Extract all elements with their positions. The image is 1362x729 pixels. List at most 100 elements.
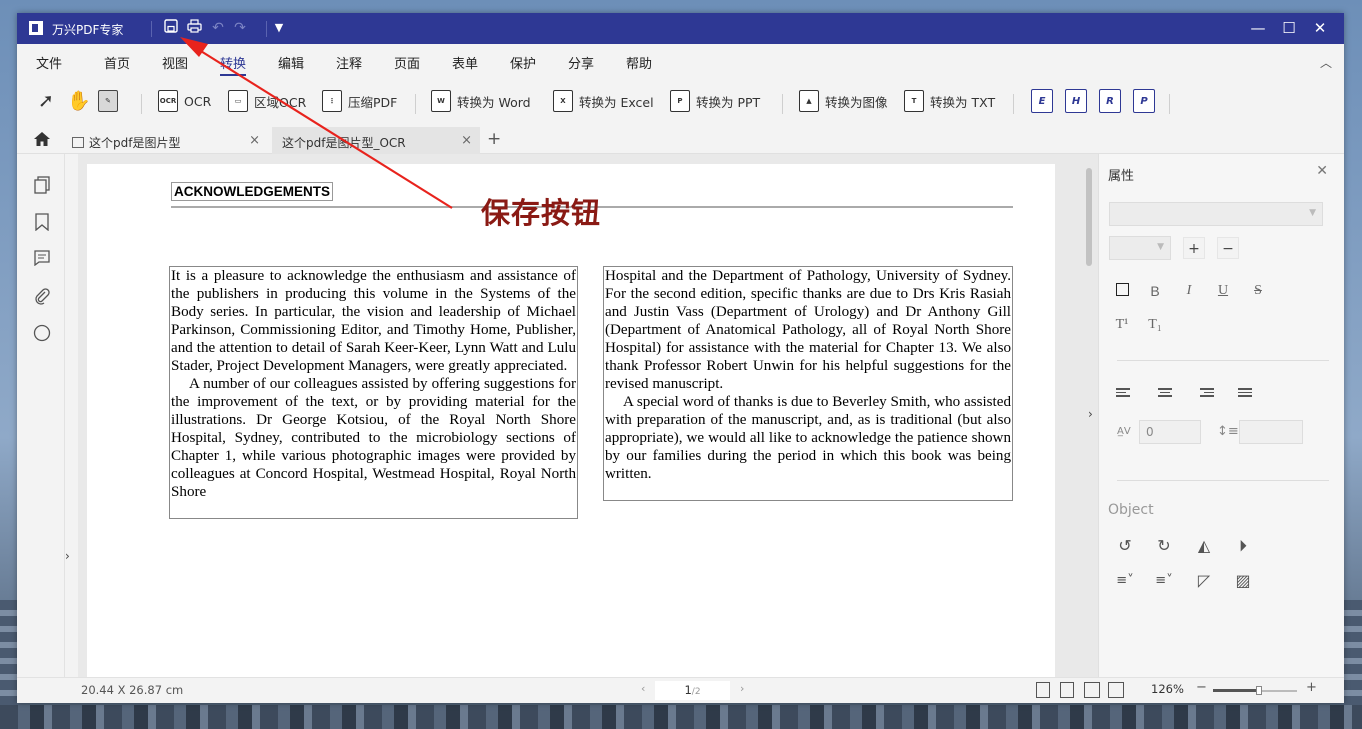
zoom-level[interactable]: 126%: [1151, 682, 1184, 696]
title-separator: [151, 21, 152, 37]
font-size-select[interactable]: ▼: [1109, 236, 1171, 260]
comment-icon[interactable]: [33, 250, 51, 268]
increase-font-button[interactable]: +: [1183, 237, 1205, 259]
next-page-icon[interactable]: ›: [740, 682, 744, 695]
current-page: 1: [684, 683, 692, 697]
menu-edit[interactable]: 编辑: [278, 53, 304, 72]
menu-share[interactable]: 分享: [568, 53, 594, 72]
two-page-view-icon[interactable]: [1084, 682, 1100, 698]
text-color-button[interactable]: [1111, 280, 1133, 302]
expand-left-panel-icon[interactable]: ›: [65, 549, 70, 563]
menu-protect[interactable]: 保护: [510, 53, 536, 72]
maximize-button[interactable]: ☐: [1274, 17, 1304, 39]
expand-right-panel-icon[interactable]: ›: [1088, 407, 1093, 421]
char-spacing-icon: A̲V: [1117, 426, 1131, 437]
superscript-button[interactable]: T¹: [1111, 314, 1133, 336]
area-ocr-button[interactable]: ▭ 区域OCR: [228, 88, 306, 114]
bookmark-icon[interactable]: [33, 213, 51, 232]
zoom-in-button[interactable]: +: [1306, 680, 1317, 695]
align-center-icon[interactable]: [1154, 386, 1176, 404]
convert-to-word-button[interactable]: W 转换为 Word: [431, 88, 531, 114]
replace-image-icon[interactable]: ▨: [1231, 569, 1255, 593]
convert-html-icon[interactable]: H: [1065, 89, 1087, 113]
justify-icon[interactable]: [1234, 386, 1256, 404]
redo-icon[interactable]: ↷: [231, 19, 249, 37]
toolbar-separator: [782, 94, 783, 114]
pages-thumbnail-icon[interactable]: [33, 176, 51, 194]
close-tab-icon[interactable]: ×: [249, 133, 260, 148]
bold-button[interactable]: B: [1144, 280, 1166, 302]
continuous-view-icon[interactable]: [1060, 682, 1074, 698]
new-tab-icon[interactable]: +: [487, 129, 501, 149]
rotate-right-icon[interactable]: ↻: [1152, 534, 1176, 558]
menu-home[interactable]: 首页: [104, 53, 130, 72]
single-page-view-icon[interactable]: [1036, 682, 1050, 698]
ocr-button[interactable]: OCR OCR: [158, 88, 211, 114]
strikethrough-button[interactable]: S: [1247, 280, 1269, 302]
undo-icon[interactable]: ↶: [209, 19, 227, 37]
menu-view[interactable]: 视图: [162, 53, 188, 72]
home-icon[interactable]: [33, 131, 51, 147]
menu-file[interactable]: 文件: [36, 53, 62, 72]
convert-to-image-button[interactable]: ▲ 转换为图像: [799, 88, 888, 114]
distribute-objects-icon[interactable]: ≡˅: [1152, 569, 1176, 593]
tab-label: 这个pdf是图片型_OCR: [282, 136, 406, 150]
grid-view-icon[interactable]: [1108, 682, 1124, 698]
char-spacing-input[interactable]: 0: [1139, 420, 1201, 444]
compress-pdf-button[interactable]: ⋮ 压缩PDF: [322, 88, 397, 114]
edit-tool[interactable]: ✎: [98, 88, 118, 114]
desktop-background-left: [0, 600, 17, 710]
tab-document[interactable]: 这个pdf是图片型 ×: [62, 127, 268, 154]
flip-vertical-icon[interactable]: ⏵: [1231, 534, 1255, 558]
minimize-button[interactable]: —: [1243, 17, 1273, 39]
menu-page[interactable]: 页面: [394, 53, 420, 72]
previous-page-icon[interactable]: ‹: [641, 682, 645, 695]
menu-help[interactable]: 帮助: [626, 53, 652, 72]
title-separator: [266, 21, 267, 37]
close-tab-icon[interactable]: ×: [461, 133, 472, 148]
attachment-icon[interactable]: [33, 287, 51, 305]
subscript-button[interactable]: T₁: [1144, 314, 1166, 336]
vertical-scrollbar[interactable]: [1086, 168, 1092, 266]
text-column-left[interactable]: It is a pleasure to acknowledge the enth…: [169, 266, 578, 519]
menu-convert[interactable]: 转换: [220, 53, 247, 76]
crop-image-icon[interactable]: ◸: [1192, 569, 1216, 593]
convert-to-excel-button[interactable]: X 转换为 Excel: [553, 88, 654, 114]
quick-access-dropdown-icon[interactable]: ▼: [270, 19, 288, 37]
italic-button[interactable]: I: [1178, 280, 1200, 302]
rotate-left-icon[interactable]: ↺: [1113, 534, 1137, 558]
line-spacing-input[interactable]: [1239, 420, 1303, 444]
decrease-font-button[interactable]: −: [1217, 237, 1239, 259]
collapse-ribbon-icon[interactable]: ︿: [1320, 54, 1332, 71]
convert-rtf-icon[interactable]: R: [1099, 89, 1121, 113]
zoom-slider-knob[interactable]: [1256, 686, 1263, 695]
page-number-field[interactable]: 1/2: [655, 681, 730, 700]
align-right-icon[interactable]: [1194, 386, 1216, 404]
convert-to-ppt-button[interactable]: P 转换为 PPT: [670, 88, 760, 114]
print-icon[interactable]: [185, 19, 203, 37]
font-family-select[interactable]: ▼: [1109, 202, 1323, 226]
app-title: 万兴PDF专家: [52, 23, 124, 37]
underline-button[interactable]: U: [1212, 280, 1234, 302]
select-tool[interactable]: ➚: [35, 88, 57, 114]
tab-document-ocr[interactable]: 这个pdf是图片型_OCR ×: [272, 127, 480, 154]
text-column-right[interactable]: Hospital and the Department of Pathology…: [603, 266, 1013, 501]
menu-comment[interactable]: 注释: [336, 53, 362, 72]
hand-tool[interactable]: ✋: [67, 88, 91, 114]
close-panel-icon[interactable]: ✕: [1316, 163, 1328, 179]
search-icon[interactable]: [33, 324, 51, 342]
file-icon: [72, 137, 84, 148]
flip-horizontal-icon[interactable]: ◭: [1192, 534, 1216, 558]
close-window-button[interactable]: ✕: [1305, 17, 1335, 39]
save-icon[interactable]: [162, 19, 180, 37]
document-viewport[interactable]: ACKNOWLEDGEMENTS It is a pleasure to ack…: [78, 154, 1098, 677]
convert-pdfa-icon[interactable]: P: [1133, 89, 1155, 113]
title-bar: 万兴PDF专家 ↶ ↷ ▼ — ☐ ✕: [17, 13, 1344, 44]
document-heading: ACKNOWLEDGEMENTS: [171, 182, 333, 201]
align-objects-icon[interactable]: ≡˅: [1113, 569, 1137, 593]
align-left-icon[interactable]: [1114, 386, 1136, 404]
menu-form[interactable]: 表单: [452, 53, 478, 72]
zoom-out-button[interactable]: −: [1196, 680, 1207, 695]
convert-to-txt-button[interactable]: T 转换为 TXT: [904, 88, 995, 114]
convert-epub-icon[interactable]: E: [1031, 89, 1053, 113]
